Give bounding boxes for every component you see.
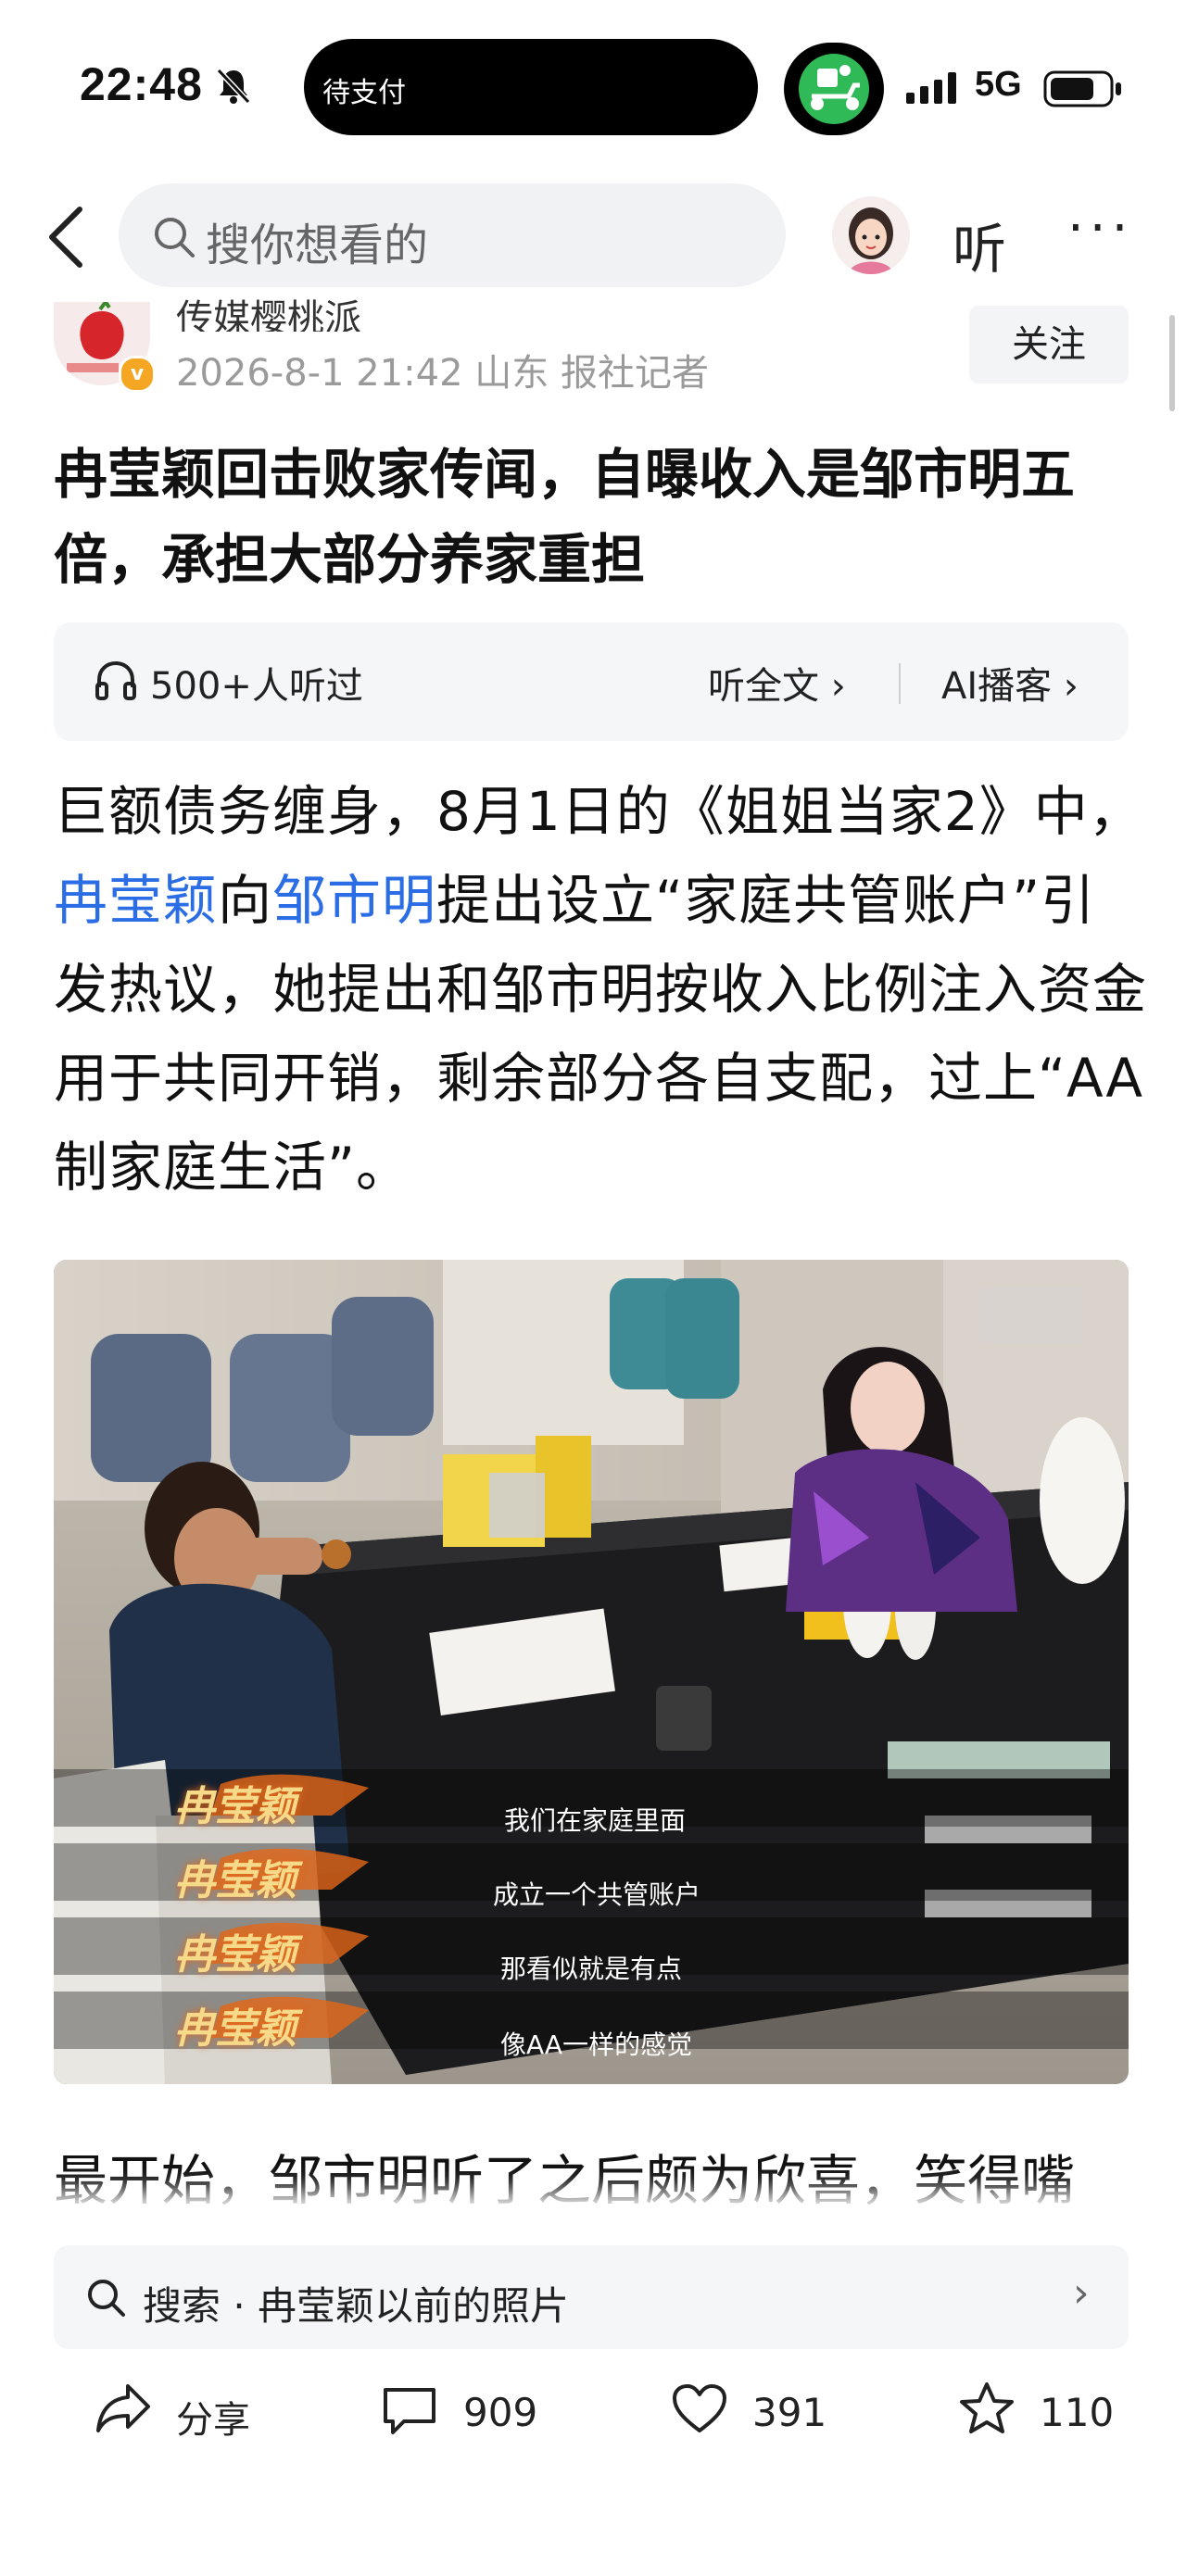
share-button[interactable]: 分享 xyxy=(176,2390,250,2444)
like-count[interactable]: 391 xyxy=(752,2390,826,2435)
article-paragraph: 巨额债务缠身，8月1日的《姐姐当家2》中，冉莹颖向邹市明提出设立“家庭共管账户”… xyxy=(54,767,1147,1212)
listen-count: 500+人听过 xyxy=(150,665,363,708)
comment-icon[interactable] xyxy=(380,2384,439,2436)
post-meta: 2026-8-1 21:42 山东 报社记者 xyxy=(176,352,709,395)
heart-icon[interactable] xyxy=(671,2382,728,2434)
delivery-scooter-icon[interactable] xyxy=(784,43,884,135)
search-placeholder: 搜你想看的 xyxy=(206,220,429,271)
subtitle-speaker: 冉莹颖 xyxy=(174,1783,296,1830)
image-caption: 我们在家庭里面 xyxy=(504,1805,687,1836)
person-link-zou-shiming[interactable]: 邹市明 xyxy=(272,869,436,932)
chevron-right-icon: › xyxy=(1052,665,1079,708)
search-icon xyxy=(88,2280,125,2317)
divider xyxy=(899,663,901,704)
favorite-count[interactable]: 110 xyxy=(1040,2390,1114,2435)
more-options-button[interactable]: ··· xyxy=(1067,198,1133,258)
image-caption: 成立一个共管账户 xyxy=(493,1879,701,1910)
related-search-text: 搜索 · 冉莹颖以前的照片 xyxy=(143,2283,570,2329)
paragraph-text: 巨额债务缠身，8月1日的《姐姐当家2》中， xyxy=(54,780,1143,843)
image-caption: 像AA一样的感觉 xyxy=(500,2029,693,2060)
chevron-right-icon: › xyxy=(819,665,846,708)
comment-count[interactable]: 909 xyxy=(463,2390,537,2435)
star-icon[interactable] xyxy=(958,2381,1016,2436)
listen-full-text-button[interactable]: 听全文 › xyxy=(708,656,846,710)
user-avatar[interactable] xyxy=(832,196,910,274)
subtitle-speaker: 冉莹颖 xyxy=(174,1931,296,1979)
status-time: 22:48 xyxy=(80,58,203,110)
listen-button[interactable]: 听 xyxy=(953,206,1006,283)
scrollbar[interactable] xyxy=(1169,315,1175,411)
back-arrow-icon[interactable] xyxy=(44,204,85,270)
share-icon[interactable] xyxy=(95,2382,152,2434)
island-label: 待支付 xyxy=(322,77,406,109)
signal-icon xyxy=(906,72,956,104)
search-icon xyxy=(155,218,195,258)
subtitle-speaker: 冉莹颖 xyxy=(174,2005,296,2053)
image-caption: 那看似就是有点 xyxy=(500,1954,683,1984)
battery-icon xyxy=(1043,70,1121,107)
ai-podcast-label: AI播客 xyxy=(941,665,1053,708)
person-link-ran-yingying[interactable]: 冉莹颖 xyxy=(54,869,218,932)
verified-badge-icon: v xyxy=(119,356,156,393)
author-name[interactable]: 传媒樱桃派 xyxy=(176,295,361,332)
chevron-right-icon: › xyxy=(1073,2269,1090,2317)
listen-full-text-label: 听全文 xyxy=(708,665,819,708)
bell-muted-icon xyxy=(216,68,251,105)
ai-podcast-button[interactable]: AI播客 › xyxy=(941,656,1079,710)
paragraph-text: 向 xyxy=(218,869,273,932)
headphones-icon xyxy=(95,660,136,700)
article-title: 冉莹颖回击败家传闻，自曝收入是邹市明五倍，承担大部分养家重担 xyxy=(54,443,1076,591)
follow-button[interactable]: 关注 xyxy=(969,306,1129,383)
subtitle-speaker: 冉莹颖 xyxy=(174,1857,296,1904)
network-type: 5G xyxy=(975,65,1022,104)
